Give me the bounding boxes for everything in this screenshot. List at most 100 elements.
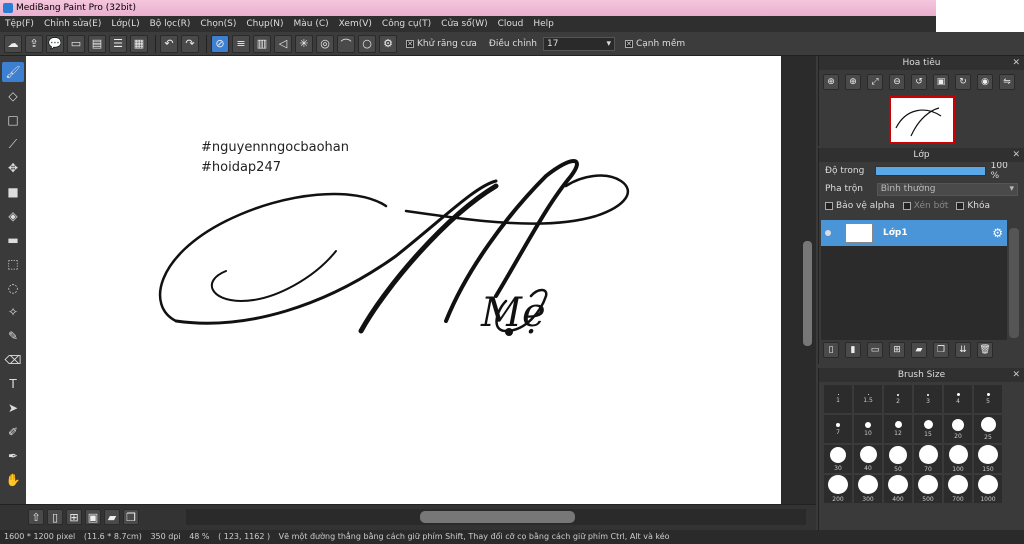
shape-fill-tool-icon[interactable]: ■ — [2, 182, 24, 202]
menu-select[interactable]: Chọn(S) — [195, 19, 241, 29]
upload-icon[interactable]: ⇧ — [28, 509, 44, 525]
menu-snap[interactable]: Chụp(N) — [241, 19, 288, 29]
magic-wand-icon[interactable]: ✧ — [2, 302, 24, 322]
hand-tool-icon[interactable]: ✋ — [2, 470, 24, 490]
brush-size-cell[interactable]: 400 — [884, 475, 912, 503]
visibility-icon[interactable] — [825, 230, 831, 236]
move-tool-icon[interactable]: ✥ — [2, 158, 24, 178]
brush-size-cell[interactable]: 700 — [944, 475, 972, 503]
new-halftone-layer-icon[interactable]: ▮ — [845, 342, 861, 358]
vertical-scroll-thumb[interactable] — [803, 241, 812, 346]
merge-layer-icon[interactable]: ⇊ — [955, 342, 971, 358]
clip-box[interactable] — [902, 202, 911, 210]
lock-checkbox[interactable]: Khóa — [956, 201, 990, 211]
brush-size-cell[interactable]: 20 — [944, 415, 972, 443]
menu-window[interactable]: Cửa sổ(W) — [436, 19, 492, 29]
fit-window-icon[interactable]: ⤢ — [867, 74, 883, 90]
brush-size-cell[interactable]: 12 — [884, 415, 912, 443]
vanish-snap-icon[interactable]: ◁ — [274, 34, 292, 53]
menu-view[interactable]: Xem(V) — [334, 19, 377, 29]
page-settings-icon[interactable]: ▣ — [85, 509, 101, 525]
adjust-select[interactable]: 17 — [542, 36, 615, 51]
redo-icon[interactable]: ↷ — [181, 34, 199, 53]
rotate-left-icon[interactable]: ↺ — [911, 74, 927, 90]
circle-snap-icon[interactable]: ◎ — [316, 34, 334, 53]
list-icon[interactable]: ☰ — [109, 34, 127, 53]
protect-alpha-box[interactable] — [825, 202, 833, 210]
select-pen-icon[interactable]: ✎ — [2, 326, 24, 346]
brush-size-cell[interactable]: 200 — [824, 475, 852, 503]
zoom-fit-icon[interactable]: ⊕ — [823, 74, 839, 90]
protect-alpha-checkbox[interactable]: Bảo vệ alpha — [825, 201, 895, 211]
clip-checkbox[interactable]: Xén bớt — [902, 201, 948, 211]
blend-mode-select[interactable]: Bình thường — [876, 182, 1018, 196]
gear-icon[interactable]: ⚙ — [992, 226, 1003, 240]
brush-size-cell[interactable]: 70 — [914, 445, 942, 473]
brush-tool-icon[interactable]: 🖌 — [2, 62, 24, 82]
delete-layer-icon[interactable]: 🗑 — [977, 342, 993, 358]
layer-item[interactable]: Lớp1 ⚙ — [821, 220, 1007, 246]
navigator-thumbnail[interactable] — [889, 96, 955, 144]
undo-icon[interactable]: ↶ — [160, 34, 178, 53]
lock-box[interactable] — [956, 202, 965, 210]
antialias-checkbox[interactable]: ✕ Khử răng cưa — [406, 39, 477, 49]
select-rect-icon[interactable]: ⬚ — [2, 254, 24, 274]
duplicate-icon[interactable]: ❐ — [123, 509, 139, 525]
brush-size-cell[interactable]: 1000 — [974, 475, 1002, 503]
add-layer-menu-icon[interactable]: ⊞ — [889, 342, 905, 358]
panel-close-icon[interactable]: ✕ — [1012, 56, 1020, 70]
layer-scrollbar[interactable] — [1009, 228, 1019, 338]
brush-size-cell[interactable]: 500 — [914, 475, 942, 503]
menu-color[interactable]: Màu (C) — [289, 19, 334, 29]
curve-snap-icon[interactable]: ⌒ — [337, 34, 355, 53]
brush-size-cell[interactable]: 7 — [824, 415, 852, 443]
dot-tool-icon[interactable]: □ — [2, 110, 24, 130]
menu-filter[interactable]: Bộ lọc(R) — [145, 19, 196, 29]
folder-icon[interactable]: ▰ — [104, 509, 120, 525]
reset-rotation-icon[interactable]: ◉ — [977, 74, 993, 90]
brush-size-cell[interactable]: 50 — [884, 445, 912, 473]
brush-size-cell[interactable]: 1.5 — [854, 385, 882, 413]
snap-off-icon[interactable]: ⊘ — [211, 34, 229, 53]
duplicate-layer-icon[interactable]: ❐ — [933, 342, 949, 358]
ellipse-snap-icon[interactable]: ○ — [358, 34, 376, 53]
eraser-tool-icon[interactable]: ◇ — [2, 86, 24, 106]
radial-snap-icon[interactable]: ✳ — [295, 34, 313, 53]
comment-icon[interactable]: ▭ — [67, 34, 85, 53]
panel-close-icon[interactable]: ✕ — [1012, 368, 1020, 382]
vertical-scrollbar[interactable] — [800, 56, 814, 506]
zoom-out-icon[interactable]: ⊖ — [889, 74, 905, 90]
eyedropper-tool-icon[interactable]: ✒ — [2, 446, 24, 466]
export-icon[interactable]: ⇪ — [25, 34, 43, 53]
rotate-right-icon[interactable]: ↻ — [955, 74, 971, 90]
brush-size-cell[interactable]: 30 — [824, 445, 852, 473]
menu-tools[interactable]: Công cụ(T) — [377, 19, 436, 29]
menu-cloud[interactable]: Cloud — [493, 19, 529, 29]
select-eraser-icon[interactable]: ⌫ — [2, 350, 24, 370]
grid-icon[interactable]: ▦ — [130, 34, 148, 53]
blur-tool-icon[interactable]: ✐ — [2, 422, 24, 442]
zoom-in-icon[interactable]: ⊕ — [845, 74, 861, 90]
new-layer-icon[interactable]: ▯ — [823, 342, 839, 358]
bucket-tool-icon[interactable]: ◈ — [2, 206, 24, 226]
menu-layer[interactable]: Lớp(L) — [106, 19, 144, 29]
folder-icon[interactable]: ▰ — [911, 342, 927, 358]
brush-size-cell[interactable]: 5 — [974, 385, 1002, 413]
cloud-icon[interactable]: ☁ — [4, 34, 22, 53]
new-page-icon[interactable]: ▯ — [47, 509, 63, 525]
brush-size-cell[interactable]: 150 — [974, 445, 1002, 473]
cross-snap-icon[interactable]: ▥ — [253, 34, 271, 53]
brush-size-cell[interactable]: 300 — [854, 475, 882, 503]
brush-size-cell[interactable]: 15 — [914, 415, 942, 443]
horizontal-scrollbar[interactable] — [186, 509, 806, 525]
add-page-icon[interactable]: ⊞ — [66, 509, 82, 525]
horizontal-scroll-thumb[interactable] — [420, 511, 575, 523]
edge-checkbox[interactable]: ✕ Cạnh mềm — [624, 39, 685, 49]
brush-size-cell[interactable]: 3 — [914, 385, 942, 413]
brush-size-cell[interactable]: 40 — [854, 445, 882, 473]
panel-close-icon[interactable]: ✕ — [1012, 148, 1020, 162]
operation-tool-icon[interactable]: ➤ — [2, 398, 24, 418]
brush-size-cell[interactable]: 10 — [854, 415, 882, 443]
menu-edit[interactable]: Chỉnh sửa(E) — [39, 19, 106, 29]
text-tool-icon[interactable]: T — [2, 374, 24, 394]
